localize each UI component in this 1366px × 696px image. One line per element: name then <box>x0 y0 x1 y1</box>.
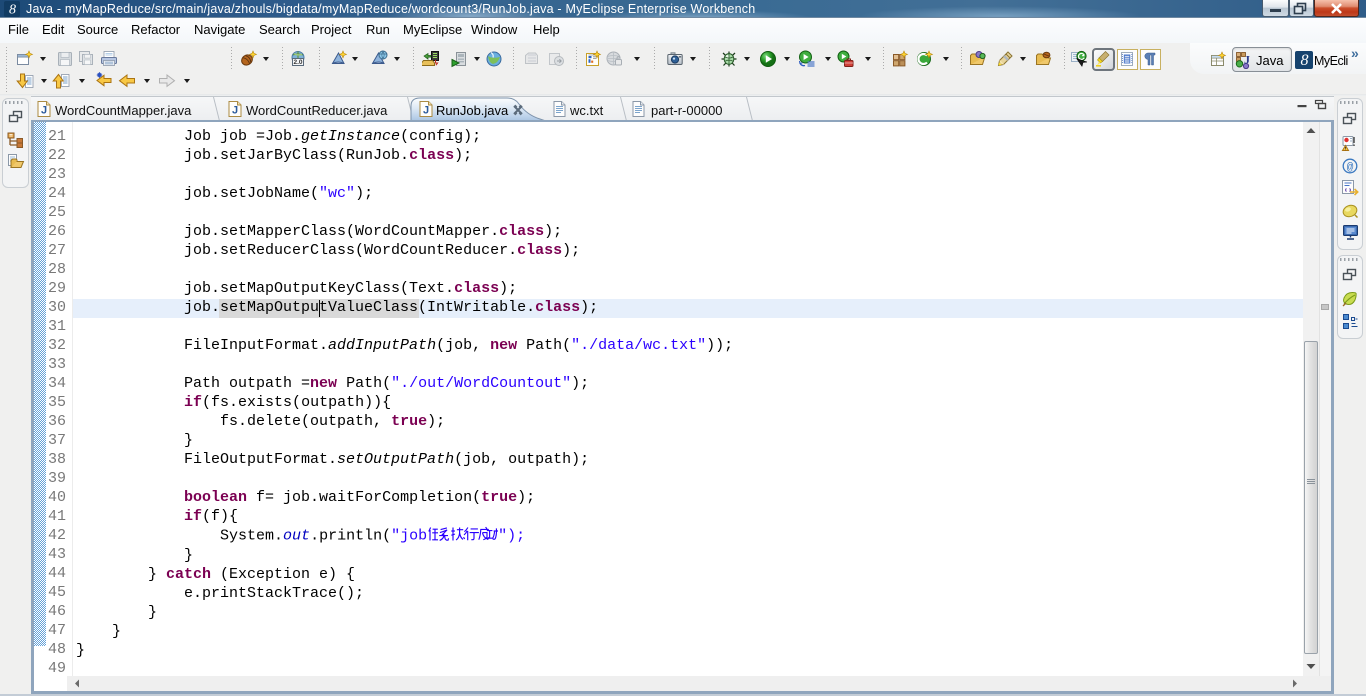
svg-text:2.0: 2.0 <box>293 59 302 66</box>
svg-text:@: @ <box>1347 162 1354 174</box>
svg-text:J: J <box>41 105 47 117</box>
svg-text:J: J <box>1244 53 1250 67</box>
svg-text:8: 8 <box>9 3 16 18</box>
svg-text:J: J <box>232 105 238 117</box>
svg-text:8: 8 <box>1301 52 1309 69</box>
svg-text:J: J <box>423 105 429 117</box>
